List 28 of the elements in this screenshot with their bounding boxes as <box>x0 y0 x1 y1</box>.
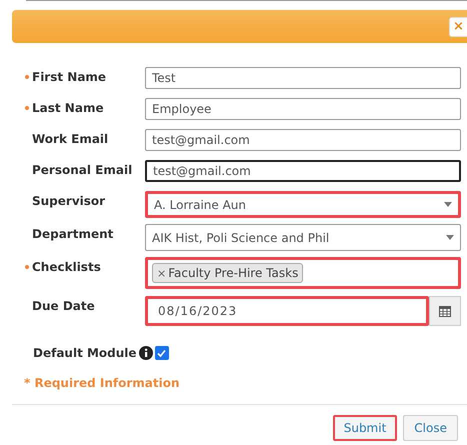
calendar-button[interactable] <box>429 296 461 326</box>
tag-label: Faculty Pre-Hire Tasks <box>168 266 298 280</box>
dialog-button[interactable]: Close <box>403 415 458 441</box>
field-label: Due Date <box>32 299 95 313</box>
field-label: Work Email <box>32 132 108 146</box>
remove-tag-button[interactable]: × <box>157 266 166 280</box>
input-field[interactable]: test@gmail.com <box>145 160 461 182</box>
calendar-icon <box>439 305 451 317</box>
info-icon <box>138 346 153 360</box>
field-label: Supervisor <box>32 194 106 208</box>
checkbox[interactable] <box>154 346 169 360</box>
caret-icon <box>444 202 452 207</box>
field-label: Personal Email <box>32 163 132 177</box>
field-label: First Name <box>32 70 106 84</box>
date-field[interactable]: 08/16/2023 <box>145 296 429 326</box>
tags-field[interactable]: × Faculty Pre-Hire Tasks <box>145 257 461 289</box>
input-field[interactable]: test@gmail.com <box>145 129 461 151</box>
input-field[interactable]: Test <box>145 67 461 89</box>
caret-icon <box>446 235 454 240</box>
field-label: Default Module <box>33 346 137 360</box>
field-label: Department <box>32 227 114 241</box>
select-field[interactable]: AIK Hist, Poli Science and Phil <box>145 224 461 251</box>
field-label: Last Name <box>32 101 104 115</box>
select-field[interactable]: A. Lorraine Aun <box>145 191 461 218</box>
dialog-button[interactable]: Submit <box>332 415 398 441</box>
required-note: * Required Information <box>23 375 181 390</box>
field-label: Checklists <box>32 260 101 274</box>
input-field[interactable]: Employee <box>145 98 461 120</box>
